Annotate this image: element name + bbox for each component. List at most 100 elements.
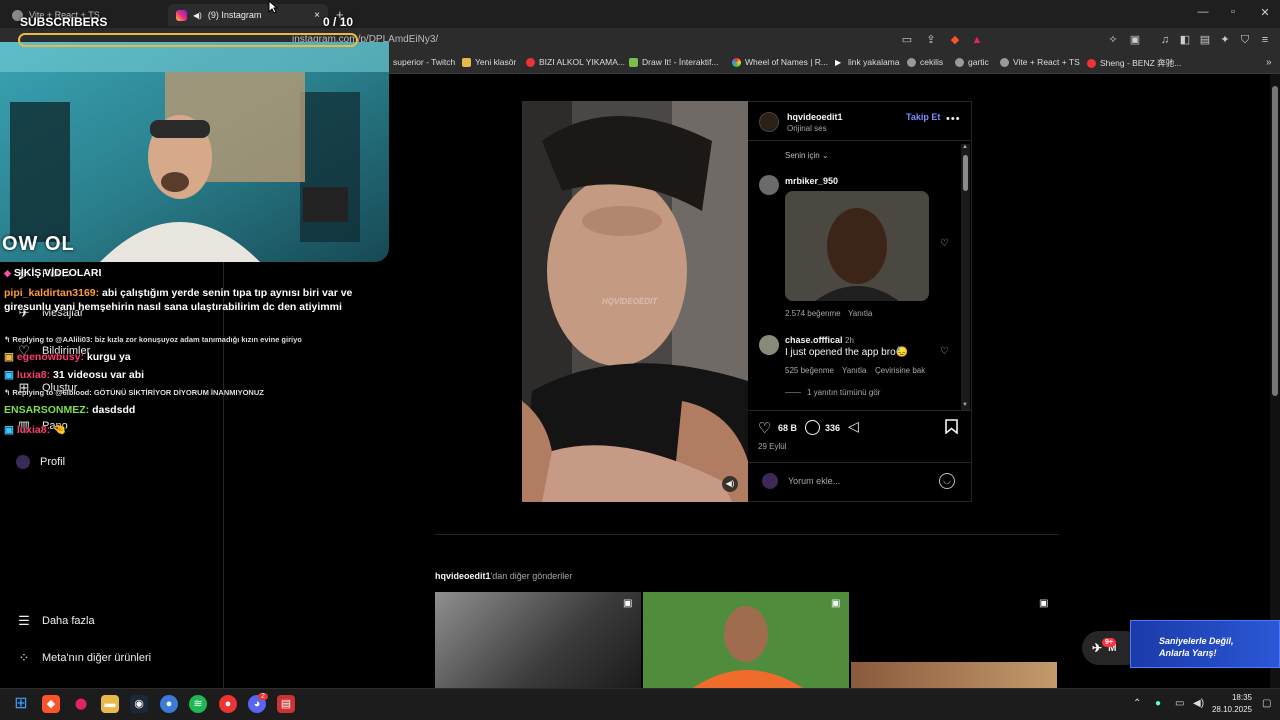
messages-badge: 9+ [1102, 638, 1116, 647]
bookmark-icon[interactable] [945, 419, 958, 435]
reel-icon: ▣ [1039, 598, 1049, 609]
mute-icon[interactable]: ◀) [722, 476, 738, 492]
post-author[interactable]: hqvideoedit1 [787, 112, 843, 122]
comment-user[interactable]: chase.offfical [785, 335, 843, 345]
follow-button[interactable]: Takip Et [906, 112, 940, 122]
tray-overflow-icon[interactable]: ⌃ [1133, 698, 1141, 709]
music-icon[interactable]: ♫ [1158, 33, 1172, 47]
volume-icon[interactable]: ◀) [1193, 698, 1204, 709]
scroll-down-icon[interactable]: ▼ [962, 402, 968, 408]
more-post-thumb[interactable] [851, 662, 1057, 688]
mic-icon[interactable]: ● [1155, 698, 1161, 709]
bookmarks-overflow-icon[interactable]: » [1266, 57, 1272, 68]
close-tab-icon[interactable]: × [314, 10, 320, 21]
leo-icon[interactable]: ✦ [1218, 33, 1232, 47]
more-post-thumb[interactable] [643, 592, 849, 688]
bookmark-item[interactable]: gartic [955, 57, 989, 67]
windows-start-icon[interactable]: ⊞ [12, 695, 30, 713]
folder-icon [462, 57, 471, 67]
divider [748, 140, 972, 141]
wheel-icon [732, 57, 741, 67]
emote-icon: 🤏 [53, 424, 67, 436]
extensions-icon[interactable]: ✧ [1106, 33, 1120, 47]
steam-icon[interactable]: ◉ [130, 695, 148, 713]
tab-instagram[interactable]: ◀) (9) Instagram × [168, 4, 328, 26]
discord-badge: 2 [258, 693, 268, 700]
app-icon[interactable]: ● [219, 695, 237, 713]
app-icon[interactable]: ▤ [277, 695, 295, 713]
like-comment-icon[interactable]: ♡ [940, 238, 949, 249]
my-avatar [762, 473, 778, 489]
vpn-icon[interactable]: ⛉ [1238, 33, 1252, 47]
like-comment-icon[interactable]: ♡ [940, 346, 949, 357]
comment-translate[interactable]: Çevirisine bak [875, 366, 925, 375]
bookmark-item[interactable]: Yeni klasör [462, 57, 516, 67]
maximize-icon[interactable]: ▫ [1218, 6, 1248, 18]
clock-time[interactable]: 18:35 [1212, 693, 1252, 702]
instagram-icon [176, 9, 187, 21]
bookmark-item[interactable]: Wheel of Names | R... [732, 57, 828, 67]
bookmark-item[interactable]: ▶ link yakalama [835, 57, 900, 67]
notification-icon[interactable]: ▢ [1262, 698, 1271, 709]
author-avatar[interactable] [759, 112, 779, 132]
comment-reply[interactable]: Yanıtla [848, 309, 872, 318]
app-icon[interactable]: ● [160, 695, 178, 713]
reel-icon: ▣ [831, 598, 841, 609]
like-icon[interactable]: ♡ [758, 419, 771, 437]
comment-input[interactable]: Yorum ekle... [788, 476, 840, 486]
brave-shield-icon[interactable]: ◆ [948, 33, 962, 47]
comments-scroll-thumb[interactable] [963, 155, 968, 191]
view-replies[interactable]: 1 yanıtın tümünü gör [807, 388, 880, 397]
video-watermark: HQVIDEOEDIT [602, 297, 658, 306]
page-scroll-thumb[interactable] [1272, 86, 1278, 396]
more-post-thumb[interactable] [435, 592, 641, 688]
bookmark-item[interactable]: Draw It! - İnteraktif... [629, 57, 719, 67]
commenter-avatar[interactable] [759, 175, 779, 195]
wallet-icon[interactable]: ▤ [1198, 33, 1212, 47]
minimize-icon[interactable]: — [1188, 6, 1218, 18]
reel-icon: ▣ [623, 598, 633, 609]
comment-user[interactable]: mrbiker_950 [785, 176, 838, 186]
cast-icon[interactable]: ▭ [900, 33, 914, 47]
scroll-up-icon[interactable]: ▲ [962, 144, 968, 150]
menu-icon[interactable]: ≡ [1258, 33, 1272, 47]
tab-search-icon[interactable]: ▣ [1128, 33, 1142, 47]
location-icon[interactable]: ⬤ [72, 695, 90, 713]
badge-icon: ▣ [4, 424, 14, 436]
brave-icon[interactable]: ◆ [42, 695, 60, 713]
emoji-icon[interactable]: ◡ [939, 473, 955, 489]
bookmark-item[interactable]: BIZI ALKOL YIKAMA... [526, 57, 625, 67]
clock-date[interactable]: 28.10.2025 [1205, 705, 1252, 714]
close-window-icon[interactable]: ✕ [1250, 6, 1280, 19]
subscribers-bar [18, 33, 358, 47]
comment-header: chase.offfical 2h [785, 335, 854, 345]
post-date: 29 Eylül [758, 442, 787, 451]
audio-label[interactable]: Orijinal ses [787, 124, 827, 133]
comment-sort[interactable]: Senin için ⌄ [785, 151, 829, 160]
sidebar-icon[interactable]: ◧ [1178, 33, 1192, 47]
sidebar-meta-products[interactable]: ⁘ Meta'nın diğer ürünleri [16, 650, 152, 666]
bookmark-item[interactable]: cekilis [907, 57, 943, 67]
share-icon[interactable]: ◁ [848, 418, 859, 435]
hamburger-icon: ☰ [18, 613, 30, 628]
more-options-icon[interactable]: ••• [946, 113, 961, 125]
webcam-feed [0, 42, 389, 262]
divider [435, 534, 1059, 535]
cam-logo: OW OL [2, 233, 75, 255]
bookmark-item[interactable]: Sheng - BENZ 奔驰... [1087, 57, 1181, 69]
globe-icon [1000, 57, 1009, 67]
file-explorer-icon[interactable]: ▬ [101, 695, 119, 713]
sidebar-item-profile[interactable]: Profil [16, 455, 65, 469]
spotify-icon[interactable]: ≋ [189, 695, 207, 713]
sidebar-more[interactable]: ☰ Daha fazla [16, 613, 94, 629]
brave-rewards-icon[interactable]: ▲ [970, 33, 984, 47]
comment-icon[interactable] [805, 420, 820, 435]
bookmark-item[interactable]: Vite + React + TS [1000, 57, 1080, 67]
commenter-avatar[interactable] [759, 335, 779, 355]
network-icon[interactable]: ▭ [1175, 698, 1184, 709]
comment-reply[interactable]: Yanıtla [842, 366, 866, 375]
chat-message: ◆ SİKİŞ VİDEOLARI [4, 267, 102, 279]
bookmark-item[interactable]: superior - Twitch [393, 57, 455, 67]
gif-image [785, 191, 929, 301]
share-icon[interactable]: ⇪ [924, 33, 938, 47]
